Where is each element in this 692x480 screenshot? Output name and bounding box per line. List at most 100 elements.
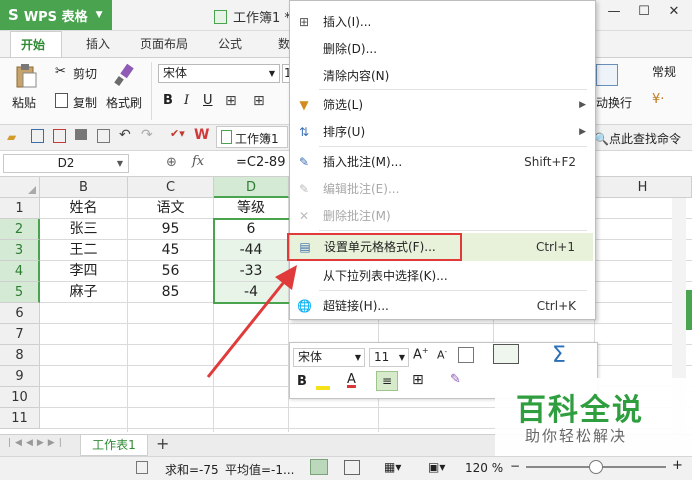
customize-qa-icon[interactable]: ✔▾ bbox=[170, 127, 185, 140]
app-menu-button[interactable]: S WPS 表格 ▼ bbox=[0, 0, 112, 30]
merge-cells-icon[interactable] bbox=[458, 347, 474, 363]
document-title: 工作簿1 * bbox=[214, 7, 291, 26]
save-icon[interactable] bbox=[31, 129, 44, 143]
table-cell[interactable]: 张三 bbox=[40, 219, 128, 240]
mini-font-color-icon[interactable]: A bbox=[347, 372, 356, 387]
menu-item-pick-from-list[interactable]: 从下拉列表中选择(K)... bbox=[289, 262, 594, 290]
column-header-b[interactable]: B bbox=[40, 177, 128, 198]
font-name-select[interactable]: 宋体 ▼ bbox=[158, 64, 280, 83]
maximize-button[interactable]: ☐ bbox=[634, 4, 654, 24]
row-header[interactable]: 7 bbox=[0, 324, 40, 345]
row-header[interactable]: 1 bbox=[0, 198, 40, 219]
mini-fill-color-icon[interactable] bbox=[316, 374, 338, 390]
select-all-corner[interactable] bbox=[0, 177, 40, 198]
print-icon[interactable] bbox=[75, 129, 87, 140]
mini-align-center-icon[interactable]: ≡ bbox=[376, 371, 398, 391]
wps-w-icon[interactable]: W bbox=[194, 127, 209, 143]
fx-button[interactable]: fx bbox=[192, 154, 204, 169]
table-cell[interactable]: 语文 bbox=[128, 198, 214, 219]
tab-home[interactable]: 开始 bbox=[10, 31, 62, 57]
format-painter-button[interactable]: 格式刷 bbox=[106, 94, 142, 111]
mini-format-painter-icon[interactable]: ✎ bbox=[450, 372, 461, 387]
column-header-h[interactable]: H bbox=[594, 177, 692, 198]
name-box[interactable]: D2 ▼ bbox=[3, 154, 129, 173]
page-layout-view-icon[interactable] bbox=[344, 460, 360, 475]
tab-page-layout[interactable]: 页面布局 bbox=[130, 31, 198, 57]
row-header[interactable]: 2 bbox=[0, 219, 40, 240]
wrap-text-button[interactable]: 动换行 bbox=[596, 94, 632, 111]
menu-item-delete[interactable]: 删除(D)... bbox=[289, 35, 594, 63]
paste-button[interactable]: 粘贴 bbox=[12, 94, 36, 111]
minimize-button[interactable]: — bbox=[604, 4, 624, 24]
table-cell[interactable]: 麻子 bbox=[40, 282, 128, 303]
reading-mode-icon[interactable]: ▣▾ bbox=[428, 460, 445, 474]
normal-view-icon[interactable] bbox=[310, 459, 328, 475]
row-header[interactable]: 6 bbox=[0, 303, 40, 324]
export-pdf-icon[interactable] bbox=[53, 129, 66, 143]
formula-input[interactable]: =C2-89 bbox=[236, 155, 285, 170]
copy-button[interactable]: 复制 bbox=[73, 94, 97, 111]
row-header[interactable]: 11 bbox=[0, 408, 40, 429]
bold-button[interactable]: B bbox=[163, 93, 173, 108]
sheet-tab[interactable]: 工作表1 bbox=[80, 435, 148, 456]
menu-item-insert-comment[interactable]: ✎ 插入批注(M)... Shift+F2 bbox=[289, 148, 594, 176]
undo-icon[interactable]: ↶ bbox=[119, 127, 131, 143]
sheet-nav-arrows[interactable]: |◀◀▶▶| bbox=[8, 438, 66, 448]
delete-comment-icon: ✕ bbox=[298, 209, 310, 223]
column-header-d[interactable]: D bbox=[214, 177, 289, 198]
zoom-slider-handle[interactable] bbox=[589, 460, 603, 474]
row-header[interactable]: 10 bbox=[0, 387, 40, 408]
autosum-icon[interactable]: Σ bbox=[552, 343, 566, 368]
table-cell[interactable]: 王二 bbox=[40, 240, 128, 261]
doc-tab[interactable]: 工作簿1 bbox=[216, 126, 288, 148]
page-break-view-icon[interactable]: ▦▾ bbox=[384, 460, 401, 474]
menu-item-filter[interactable]: ▼ 筛选(L) ▶ bbox=[289, 91, 594, 119]
row-header[interactable]: 8 bbox=[0, 345, 40, 366]
menu-item-hyperlink[interactable]: 🌐 超链接(H)... Ctrl+K bbox=[289, 292, 594, 320]
row-header[interactable]: 4 bbox=[0, 261, 40, 282]
wrap-text-icon[interactable] bbox=[596, 64, 618, 86]
table-cell[interactable]: 姓名 bbox=[40, 198, 128, 219]
cut-button[interactable]: 剪切 bbox=[73, 65, 97, 82]
menu-item-clear[interactable]: 清除内容(N) bbox=[289, 62, 594, 90]
zoom-out-icon[interactable]: − bbox=[510, 459, 520, 473]
menu-item-insert[interactable]: ⊞ 插入(I)... bbox=[289, 8, 594, 36]
underline-button[interactable]: U bbox=[203, 93, 213, 108]
row-header[interactable]: 3 bbox=[0, 240, 40, 261]
zoom-in-icon[interactable]: + bbox=[672, 458, 683, 473]
menu-item-sort[interactable]: ⇅ 排序(U) ▶ bbox=[289, 118, 594, 146]
search-command-box[interactable]: 🔍点此查找命令 bbox=[594, 130, 681, 147]
table-cell[interactable]: 等级 bbox=[214, 198, 289, 219]
number-format-select[interactable]: 常规 bbox=[648, 64, 688, 83]
open-folder-icon[interactable]: ▰ bbox=[7, 130, 16, 144]
table-cell[interactable]: 李四 bbox=[40, 261, 128, 282]
tab-formulas[interactable]: 公式 bbox=[208, 31, 252, 57]
zoom-formula-icon[interactable]: ⊕ bbox=[166, 155, 177, 170]
tab-insert[interactable]: 插入 bbox=[76, 31, 120, 57]
mini-bold-button[interactable]: B bbox=[297, 374, 307, 389]
insert-table-icon[interactable] bbox=[493, 344, 519, 364]
italic-button[interactable]: I bbox=[184, 93, 189, 108]
currency-format-icon[interactable]: ¥· bbox=[652, 92, 664, 107]
fill-color-icon[interactable]: ⊞ bbox=[253, 93, 265, 109]
table-cell[interactable]: 95 bbox=[128, 219, 214, 240]
side-panel-toggle[interactable] bbox=[686, 290, 692, 330]
mini-font-select[interactable]: 宋体 ▼ bbox=[293, 348, 365, 367]
borders-icon[interactable]: ⊞ bbox=[225, 93, 237, 109]
macro-record-icon[interactable] bbox=[136, 461, 148, 474]
submenu-arrow-icon: ▶ bbox=[579, 100, 586, 110]
grow-font-icon[interactable]: A+ bbox=[413, 346, 429, 362]
paste-icon[interactable] bbox=[14, 63, 38, 89]
active-cell[interactable]: 6 bbox=[214, 219, 289, 240]
redo-icon[interactable]: ↷ bbox=[141, 127, 153, 143]
shrink-font-icon[interactable]: A- bbox=[437, 348, 447, 362]
row-header[interactable]: 5 bbox=[0, 282, 40, 303]
column-header-c[interactable]: C bbox=[128, 177, 214, 198]
close-button[interactable]: ✕ bbox=[664, 4, 684, 24]
print-preview-icon[interactable] bbox=[97, 129, 110, 143]
row-header[interactable]: 9 bbox=[0, 366, 40, 387]
add-sheet-button[interactable]: + bbox=[156, 434, 169, 453]
mini-size-select[interactable]: 11 ▼ bbox=[369, 348, 409, 367]
mini-borders-icon[interactable]: ⊞ bbox=[412, 372, 424, 388]
format-painter-icon[interactable] bbox=[113, 63, 135, 87]
